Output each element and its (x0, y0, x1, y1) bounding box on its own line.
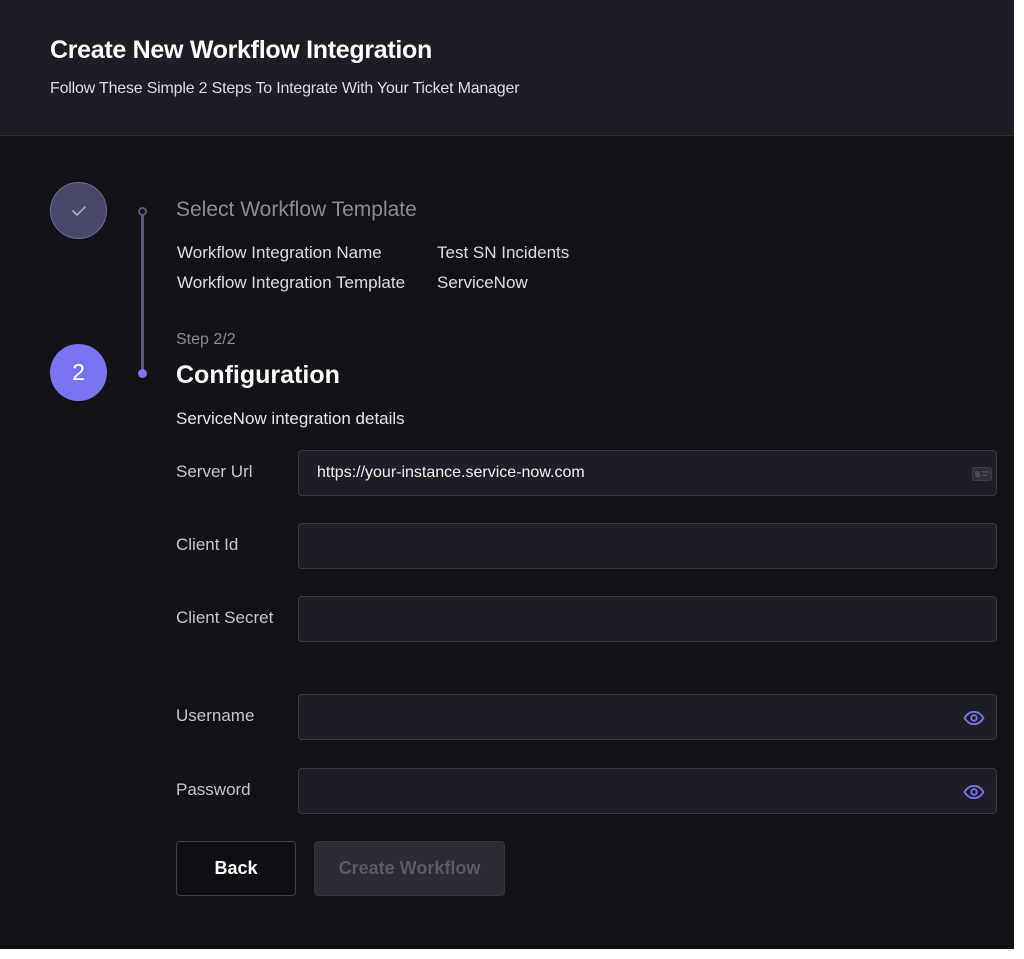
dialog-header: Create New Workflow Integration Follow T… (0, 0, 1014, 136)
password-label: Password (176, 780, 251, 799)
workflow-template-label: Workflow Integration Template (177, 273, 406, 292)
create-workflow-button[interactable]: Create Workflow (314, 841, 505, 896)
password-eye-icon[interactable] (962, 782, 986, 802)
section-label: ServiceNow integration details (176, 409, 405, 428)
password-input[interactable] (299, 769, 996, 813)
workflow-name-value: Test SN Incidents (437, 243, 570, 262)
workflow-template-value: ServiceNow (437, 273, 528, 292)
step-1-title[interactable]: Select Workflow Template (176, 198, 417, 222)
step-2-title: Configuration (176, 361, 340, 389)
client-id-label: Client Id (176, 535, 239, 554)
contact-card-icon[interactable] (970, 464, 994, 484)
client-id-input[interactable] (299, 524, 996, 568)
step-2-indicator: 2 (50, 344, 107, 401)
username-eye-icon[interactable] (962, 708, 986, 728)
back-button[interactable]: Back (176, 841, 296, 896)
checkmark-icon (71, 205, 86, 216)
username-label: Username (176, 706, 255, 725)
page-subtitle: Follow These Simple 2 Steps To Integrate… (50, 80, 520, 97)
server-url-input[interactable] (299, 451, 996, 495)
password-field-wrapper (298, 768, 997, 814)
timeline-dot-step-2 (138, 369, 147, 378)
page-title: Create New Workflow Integration (50, 36, 432, 64)
timeline-dot-step-1 (138, 207, 147, 216)
client-secret-label: Client Secret (176, 608, 274, 627)
create-workflow-dialog: Create New Workflow Integration Follow T… (0, 0, 1014, 949)
client-id-field-wrapper (298, 523, 997, 569)
server-url-label: Server Url (176, 462, 253, 481)
step-1-complete-indicator (50, 182, 107, 239)
username-field-wrapper (298, 694, 997, 740)
client-secret-field-wrapper (298, 596, 997, 642)
workflow-name-label: Workflow Integration Name (177, 243, 382, 262)
step-counter: Step 2/2 (176, 331, 236, 348)
username-input[interactable] (299, 695, 996, 739)
server-url-field-wrapper (298, 450, 997, 496)
timeline-connector (141, 215, 144, 371)
client-secret-input[interactable] (299, 597, 996, 641)
